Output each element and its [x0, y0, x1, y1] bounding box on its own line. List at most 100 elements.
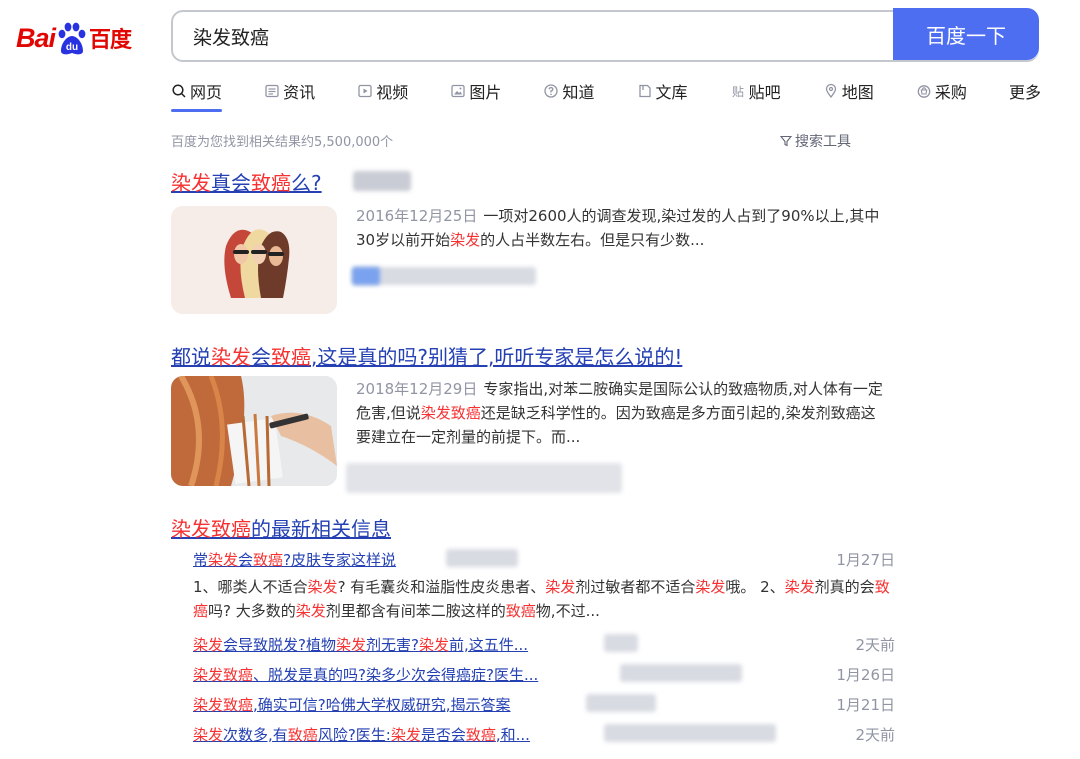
text-segment: 会: [238, 550, 254, 569]
svg-text:贴: 贴: [732, 85, 744, 99]
blurred-source: [446, 549, 518, 567]
text-segment: 常: [193, 550, 209, 569]
text-segment: ,这是真的吗?别猜了,听听专家是怎么说的!: [311, 345, 683, 369]
result-2-title[interactable]: 都说染发会致癌,这是真的吗?别猜了,听听专家是怎么说的!: [171, 341, 682, 370]
highlighted-keyword: 染发致癌: [420, 404, 481, 422]
tab-label: 采购: [934, 83, 967, 102]
text-segment: 物,不过...: [535, 602, 600, 620]
tab-web[interactable]: 网页: [171, 78, 223, 112]
text-segment: 剂真的会: [814, 578, 875, 596]
search-input[interactable]: [173, 12, 983, 60]
text-segment: 吗? 大多数的: [208, 602, 296, 620]
search-tabs: 网页 资讯 视频 图片 知道 文库 贴 贴吧 地图 采购 更多: [171, 78, 1041, 112]
tab-tieba[interactable]: 贴 贴吧: [730, 78, 781, 104]
tab-more[interactable]: 更多: [1009, 78, 1041, 104]
search-button[interactable]: 百度一下: [893, 8, 1039, 60]
highlighted-keyword: 致癌: [251, 171, 291, 195]
map-icon: [825, 83, 836, 99]
document-icon: [638, 84, 651, 98]
logo-bai: Bai: [16, 22, 56, 53]
text-segment: 剂过敏者都不适合: [575, 578, 696, 596]
highlighted-keyword: 染发致癌: [193, 695, 254, 714]
tab-label: 网页: [190, 83, 223, 102]
news-item-link[interactable]: 染发致癌、脱发是真的吗?染多少次会得癌症?医生...: [193, 664, 538, 685]
news-item-link[interactable]: 染发会导致脱发?植物染发剂无害?染发前,这五件...: [193, 634, 528, 655]
tab-video[interactable]: 视频: [357, 78, 408, 104]
text-segment: 、脱发是真的吗?染多少次会得癌症?医生...: [253, 665, 539, 684]
news-item: 染发次数多,有致癌风险?医生:染发是否会致癌,和... 2天前: [193, 722, 895, 746]
highlighted-keyword: 致癌: [253, 550, 284, 569]
text-segment: 真会: [211, 171, 251, 195]
search-tools-button[interactable]: 搜索工具: [780, 131, 851, 151]
result-2-date: 2018年12月29日: [356, 380, 478, 398]
text-segment: ? 有毛囊炎和溢脂性皮炎患者、: [337, 578, 546, 596]
highlighted-keyword: 致癌: [465, 725, 496, 744]
news-item: 染发会导致脱发?植物染发剂无害?染发前,这五件... 2天前: [193, 632, 895, 656]
highlighted-keyword: 致癌: [287, 725, 318, 744]
text-segment: 会: [251, 345, 271, 369]
news-item-time: 1月21日: [836, 695, 895, 714]
highlighted-keyword: 染发: [211, 345, 251, 369]
news-item-link[interactable]: 常染发会致癌?皮肤专家这样说: [193, 549, 396, 570]
result-1-title[interactable]: 染发真会致癌么?: [171, 167, 322, 196]
search-icon: [172, 84, 186, 98]
text-segment: ?皮肤专家这样说: [283, 550, 397, 569]
news-item-time: 2天前: [855, 725, 895, 744]
tab-label: 贴吧: [748, 83, 781, 102]
highlighted-keyword: 致癌: [271, 345, 311, 369]
blurred-source-favicon: [352, 267, 380, 285]
blurred-source: [604, 634, 638, 652]
result-2-abstract: 2018年12月29日 专家指出,对苯二胺确实是国际公认的致癌物质,对人体有一定危…: [356, 377, 886, 449]
text-segment: 剂无害?: [366, 635, 419, 654]
women-illustration-icon: [171, 206, 337, 314]
text-segment: 么?: [291, 171, 322, 195]
tab-shopping[interactable]: 采购: [916, 78, 967, 104]
news-block-title[interactable]: 染发致癌的最新相关信息: [171, 513, 391, 542]
tab-zhidao[interactable]: 知道: [543, 78, 594, 104]
news-item-time: 1月26日: [836, 665, 895, 684]
text-segment: 是否会: [420, 725, 466, 744]
text-segment: 风险?医生:: [317, 725, 391, 744]
highlighted-keyword: 染发: [390, 725, 421, 744]
result-1-abstract: 2016年12月25日 一项对2600人的调查发现,染过发的人占到了90%以上,其…: [356, 204, 886, 252]
search-tools-label: 搜索工具: [795, 134, 851, 150]
paw-icon: du: [58, 22, 86, 55]
highlighted-keyword: 染发: [545, 578, 576, 596]
tab-label: 图片: [469, 83, 502, 102]
tab-news[interactable]: 资讯: [264, 78, 315, 104]
highlighted-keyword: 染发: [784, 578, 815, 596]
news-item: 常染发会致癌?皮肤专家这样说 1月27日: [193, 547, 895, 571]
result-2-thumbnail[interactable]: [171, 376, 337, 486]
tab-image[interactable]: 图片: [450, 78, 501, 104]
tab-label: 资讯: [283, 83, 316, 102]
tab-wenku[interactable]: 文库: [637, 78, 688, 104]
tab-label: 文库: [655, 83, 688, 102]
highlighted-keyword: 染发: [208, 550, 239, 569]
text-segment: 会导致脱发?植物: [223, 635, 336, 654]
highlighted-keyword: 染发: [193, 635, 224, 654]
text-segment: 哦。 2、: [725, 578, 785, 596]
news-item: 染发致癌,确实可信?哈佛大学权威研究,揭示答案 1月21日: [193, 692, 895, 716]
image-icon: [451, 84, 465, 98]
news-item-link[interactable]: 染发致癌,确实可信?哈佛大学权威研究,揭示答案: [193, 694, 511, 715]
result-1-thumbnail[interactable]: [171, 206, 337, 314]
highlighted-keyword: 染发: [335, 635, 366, 654]
tab-label: 视频: [376, 83, 409, 102]
tieba-icon: 贴: [732, 85, 744, 99]
logo-baidu-cn: 百度: [89, 28, 132, 53]
result-1-date: 2016年12月25日: [356, 207, 478, 225]
baidu-logo[interactable]: Bai du 百度: [16, 16, 148, 60]
highlighted-keyword: 染发: [307, 578, 338, 596]
news-item-time: 1月27日: [836, 550, 895, 569]
blurred-source: [346, 463, 622, 493]
news-item: 染发致癌、脱发是真的吗?染多少次会得癌症?医生... 1月26日: [193, 662, 895, 686]
news-item-link[interactable]: 染发次数多,有致癌风险?医生:染发是否会致癌,和...: [193, 724, 530, 745]
highlighted-keyword: 致癌: [505, 602, 536, 620]
blurred-source: [620, 664, 742, 682]
text-segment: 都说: [171, 345, 211, 369]
text-segment: 1、哪类人不适合: [193, 578, 308, 596]
blurred-source: [353, 171, 411, 191]
tab-label: 知道: [562, 83, 595, 102]
tab-map[interactable]: 地图: [823, 78, 874, 104]
text-segment: 次数多,有: [223, 725, 288, 744]
